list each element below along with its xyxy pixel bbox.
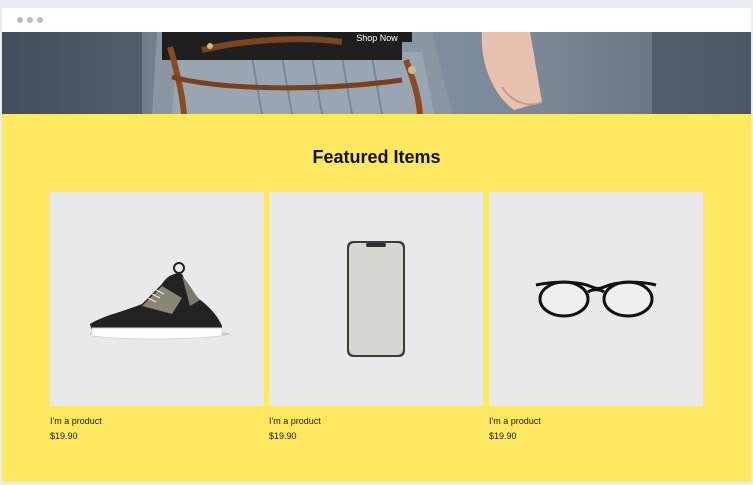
- window-toolbar: [2, 8, 751, 32]
- product-price: $19.90: [489, 431, 517, 441]
- product-card[interactable]: I'm a product $19.90: [269, 192, 483, 441]
- product-image[interactable]: [50, 192, 264, 406]
- section-title: Featured Items: [312, 147, 441, 167]
- window-dot-icon: [17, 17, 23, 23]
- product-card[interactable]: I'm a product $19.90: [489, 192, 703, 441]
- site-preview-frame: Shop Now Featured Items I'm a product $1…: [2, 8, 751, 482]
- product-name[interactable]: I'm a product: [50, 416, 264, 426]
- eyeglasses-icon: [535, 280, 657, 318]
- product-price: $19.90: [269, 431, 297, 441]
- product-image[interactable]: [269, 192, 483, 406]
- product-card[interactable]: I'm a product $19.90: [50, 192, 264, 441]
- hero-photo: [2, 32, 751, 114]
- product-price: $19.90: [50, 431, 78, 441]
- product-name[interactable]: I'm a product: [489, 416, 703, 426]
- window-dot-icon: [27, 17, 33, 23]
- sneaker-icon: [90, 262, 230, 340]
- shop-now-button[interactable]: Shop Now: [342, 32, 412, 43]
- product-name[interactable]: I'm a product: [269, 416, 483, 426]
- window-dot-icon: [37, 17, 43, 23]
- hero-banner: Shop Now: [2, 32, 751, 114]
- smartphone-icon: [347, 241, 405, 357]
- product-image[interactable]: [489, 192, 703, 406]
- featured-section: Featured Items I'm a product $19.90 I'm …: [2, 114, 751, 482]
